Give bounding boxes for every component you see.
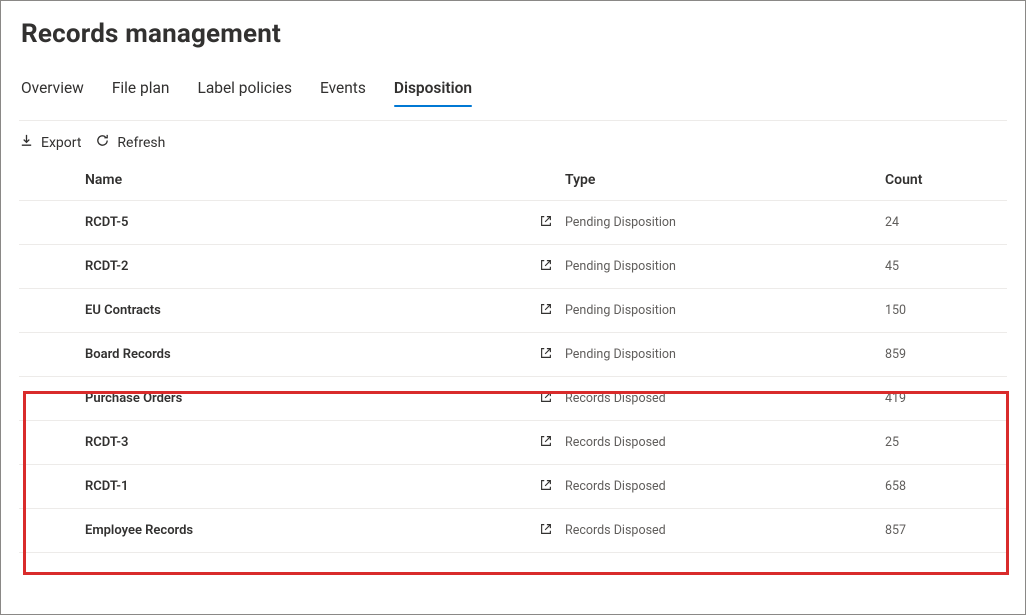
row-name: RCDT-5 [85, 215, 128, 230]
row-name: Employee Records [85, 523, 193, 538]
tab-disposition[interactable]: Disposition [394, 73, 472, 107]
table-row[interactable]: RCDT-3 Records Disposed 25 [19, 421, 1007, 465]
row-count: 45 [885, 259, 1007, 274]
tab-label-policies[interactable]: Label policies [197, 73, 292, 107]
refresh-button[interactable]: Refresh [95, 133, 165, 152]
col-count[interactable]: Count [885, 172, 1007, 188]
export-label: Export [41, 135, 81, 151]
table-row[interactable]: RCDT-1 Records Disposed 658 [19, 465, 1007, 509]
row-name: EU Contracts [85, 303, 161, 318]
col-name[interactable]: Name [85, 172, 565, 188]
row-type: Pending Disposition [565, 215, 885, 230]
open-in-new-icon[interactable] [539, 389, 553, 408]
row-type: Records Disposed [565, 435, 885, 450]
row-count: 419 [885, 391, 1007, 406]
refresh-icon [95, 133, 110, 152]
command-bar: Export Refresh [19, 121, 1007, 162]
download-icon [19, 133, 34, 152]
open-in-new-icon[interactable] [539, 433, 553, 452]
row-type: Records Disposed [565, 391, 885, 406]
table-row[interactable]: EU Contracts Pending Disposition 150 [19, 289, 1007, 333]
open-in-new-icon[interactable] [539, 257, 553, 276]
page-title: Records management [21, 19, 1007, 49]
row-type: Pending Disposition [565, 259, 885, 274]
row-type: Records Disposed [565, 523, 885, 538]
table-row[interactable]: RCDT-5 Pending Disposition 24 [19, 201, 1007, 245]
row-name: RCDT-2 [85, 259, 128, 274]
open-in-new-icon[interactable] [539, 213, 553, 232]
table-header: Name Type Count [19, 162, 1007, 201]
row-name: Purchase Orders [85, 391, 182, 406]
tab-fileplan[interactable]: File plan [112, 73, 170, 107]
open-in-new-icon[interactable] [539, 521, 553, 540]
tabs: Overview File plan Label policies Events… [19, 73, 1007, 108]
row-count: 859 [885, 347, 1007, 362]
open-in-new-icon[interactable] [539, 345, 553, 364]
tab-overview[interactable]: Overview [21, 73, 84, 107]
table-row[interactable]: RCDT-2 Pending Disposition 45 [19, 245, 1007, 289]
row-type: Pending Disposition [565, 347, 885, 362]
row-name: RCDT-3 [85, 435, 128, 450]
row-count: 658 [885, 479, 1007, 494]
export-button[interactable]: Export [19, 133, 81, 152]
tab-events[interactable]: Events [320, 73, 366, 107]
row-count: 150 [885, 303, 1007, 318]
open-in-new-icon[interactable] [539, 301, 553, 320]
row-count: 24 [885, 215, 1007, 230]
row-name: RCDT-1 [85, 479, 128, 494]
row-type: Records Disposed [565, 479, 885, 494]
row-type: Pending Disposition [565, 303, 885, 318]
col-type[interactable]: Type [565, 172, 885, 188]
table-row[interactable]: Purchase Orders Records Disposed 419 [19, 377, 1007, 421]
disposition-table: Name Type Count RCDT-5 Pending Dispositi… [19, 162, 1007, 553]
row-count: 857 [885, 523, 1007, 538]
table-row[interactable]: Employee Records Records Disposed 857 [19, 509, 1007, 553]
open-in-new-icon[interactable] [539, 477, 553, 496]
table-row[interactable]: Board Records Pending Disposition 859 [19, 333, 1007, 377]
refresh-label: Refresh [117, 135, 165, 151]
row-count: 25 [885, 435, 1007, 450]
row-name: Board Records [85, 347, 171, 362]
